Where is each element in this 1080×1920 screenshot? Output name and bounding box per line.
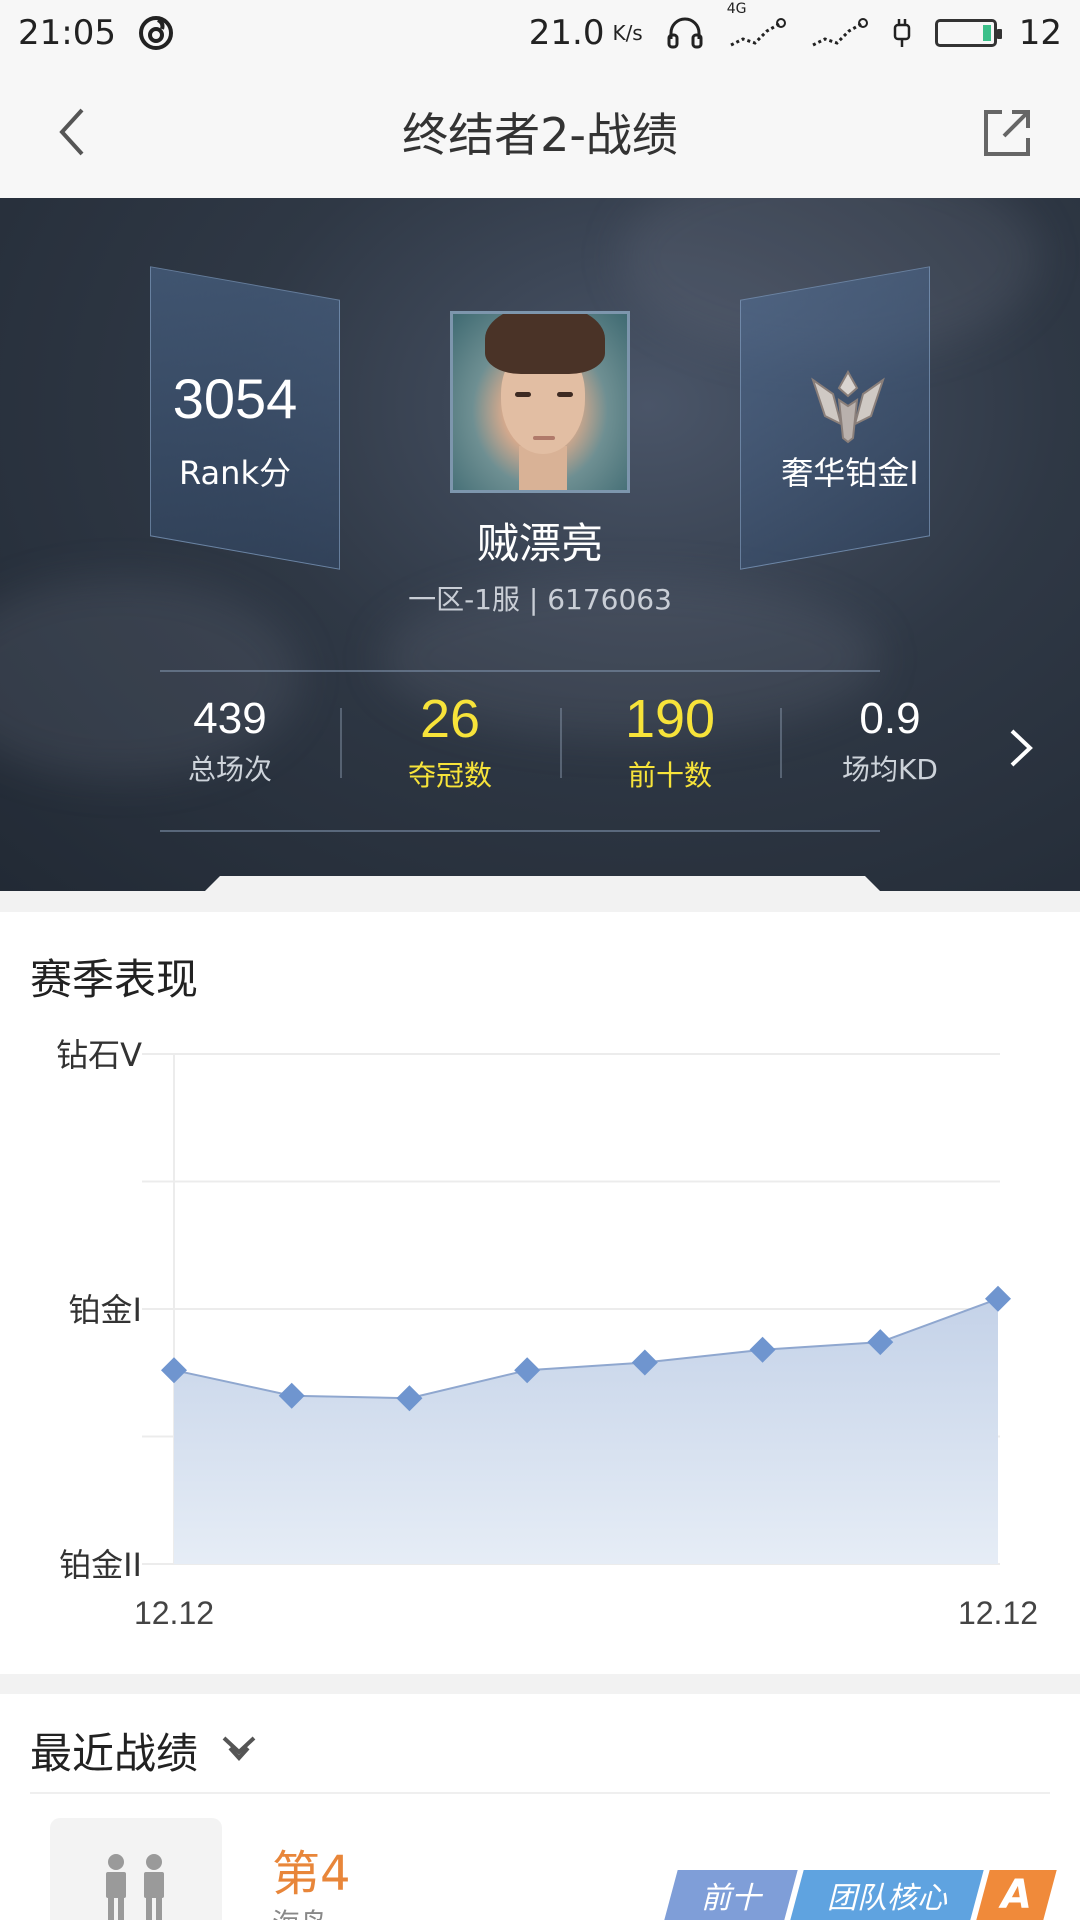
- player-name: 贼漂亮: [476, 519, 603, 568]
- divider: [30, 1792, 1050, 1794]
- x-tick-label: 12.12: [958, 1595, 1038, 1631]
- share-button[interactable]: [978, 104, 1036, 162]
- stats-more-button[interactable]: [1000, 723, 1040, 773]
- match-map: 海岛: [272, 1902, 328, 1920]
- stat-wins: 26 夺冠数: [340, 688, 560, 798]
- stat-label: 前十数: [627, 759, 712, 792]
- battery-level: 12: [1018, 13, 1062, 53]
- stat-value: 0.9: [859, 694, 921, 743]
- battery-icon: [934, 19, 1002, 47]
- headset-icon: [667, 17, 703, 49]
- expand-toggle[interactable]: [218, 1730, 260, 1766]
- tag-label: 前十: [701, 1881, 762, 1916]
- avatar: [450, 311, 630, 493]
- network-type: 4G: [726, 1, 747, 17]
- rank-score: 3054: [172, 367, 298, 430]
- season-performance-card: 钻石V 铂金I 铂金II 12.12 12.12 赛季表现: [0, 912, 1080, 1674]
- net-speed: 21.0: [528, 13, 605, 53]
- profile-hero: 3054 Rank分 奢华铂金I 贼漂亮 一区-1服 | 6176063 439…: [0, 198, 1080, 891]
- stat-label: 总场次: [187, 753, 272, 786]
- team-mode-icon: [50, 1818, 222, 1920]
- charging-icon: [893, 19, 910, 47]
- page-title: 终结者2-战绩: [402, 108, 678, 162]
- tag-label: 团队核心: [827, 1881, 948, 1916]
- hero-bottom-tab: [205, 876, 880, 891]
- tag-top10: 前十: [664, 1870, 798, 1920]
- stats-frame-bottom: [160, 830, 880, 832]
- stat-value: 190: [624, 689, 716, 749]
- tag-grade: A: [976, 1870, 1057, 1920]
- net-speed-unit: K/s: [612, 21, 643, 45]
- nav-header: 终结者2-战绩: [0, 66, 1080, 198]
- stat-label: 场均KD: [842, 753, 938, 786]
- match-rank: 第4: [272, 1846, 351, 1902]
- tier-label: 奢华铂金I: [781, 454, 919, 492]
- stat-value: 26: [419, 689, 481, 749]
- signal-icon-2: [812, 18, 868, 47]
- stat-label: 夺冠数: [407, 759, 492, 792]
- season-chart: 钻石V 铂金I 铂金II 12.12 12.12: [56, 1036, 1038, 1631]
- section-title: 最近战绩: [30, 1729, 199, 1778]
- y-tick-label: 铂金II: [59, 1546, 142, 1584]
- x-tick-label: 12.12: [134, 1595, 214, 1631]
- stat-top10: 190 前十数: [560, 688, 780, 798]
- chevron-right-icon: [1010, 729, 1033, 767]
- share-icon: [984, 110, 1030, 156]
- status-time: 21:05: [18, 13, 116, 53]
- stat-total-matches: 439 总场次: [120, 688, 340, 798]
- y-tick-label: 铂金I: [69, 1291, 142, 1329]
- match-tags: 前十 团队核心 A: [664, 1870, 1057, 1920]
- stat-avg-kd: 0.9 场均KD: [780, 688, 1000, 798]
- netease-music-icon: [138, 16, 173, 50]
- status-bar: 21:05 21.0 K/s 4G 12: [0, 0, 1080, 66]
- stats-row: 439 总场次 26 夺冠数 190 前十数 0.9 场均KD: [120, 688, 1000, 798]
- player-server-id: 一区-1服 | 6176063: [408, 583, 672, 616]
- y-tick-label: 钻石V: [56, 1036, 142, 1074]
- back-button[interactable]: [44, 102, 100, 162]
- stats-frame-top: [160, 670, 880, 672]
- recent-matches-card: 最近战绩 第4 海岛 前十 团队核心 A: [0, 1694, 1080, 1920]
- stat-value: 439: [193, 694, 267, 743]
- section-title: 赛季表现: [30, 955, 199, 1004]
- chevron-left-icon: [59, 108, 84, 156]
- tag-team-core: 团队核心: [790, 1870, 984, 1920]
- platinum-tier-icon: [811, 369, 885, 444]
- double-chevron-down-icon: [222, 1736, 256, 1761]
- tag-label: A: [1001, 1872, 1032, 1918]
- signal-icon: [730, 18, 786, 47]
- rank-score-label: Rank分: [179, 454, 291, 492]
